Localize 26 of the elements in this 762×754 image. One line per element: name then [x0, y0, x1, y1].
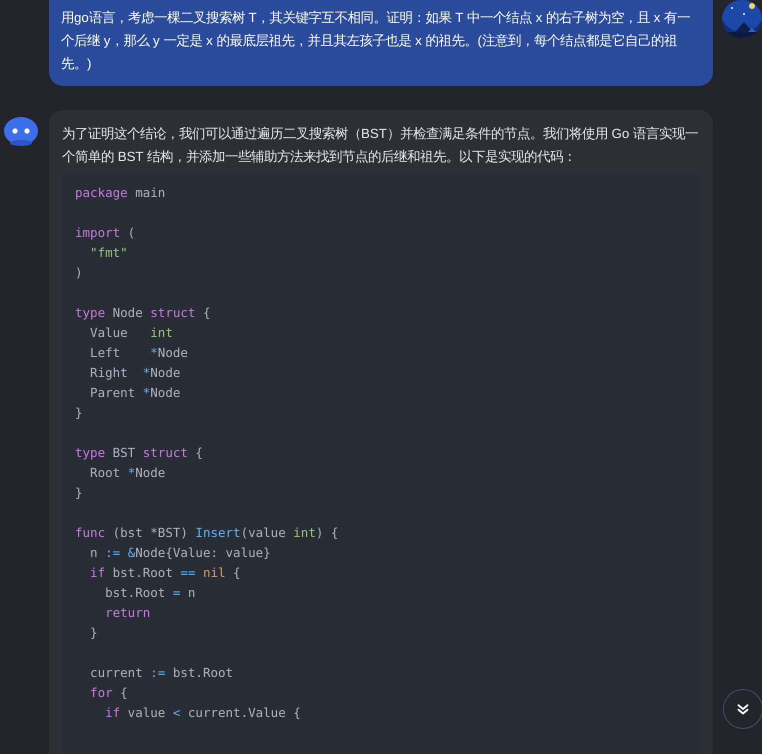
code-line: n := &Node{Value: value}	[89, 544, 271, 562]
bot-avatar-icon	[3, 116, 39, 148]
code-line: Left *Node	[89, 344, 188, 362]
code-line: package main	[75, 184, 166, 202]
user-message-text: 用go语言，考虑一棵二叉搜索树 T，其关键字互不相同。证明：如果 T 中一个结点 x 的右子树为空，且 x 有一个后继 y，那么 y 一定是 x 的最底层祖先，并且其左孩子也是 x 的祖先。(注意到，每个结点都是它自己的祖先。)	[61, 9, 691, 73]
code-line: Parent *Node	[89, 384, 180, 402]
scroll-down-button[interactable]	[723, 689, 762, 729]
assistant-message-text: 为了证明这个结论，我们可以通过遍历二叉搜索树（BST）并检查满足条件的节点。我们将使用 Go 语言实现一个简单的 BST 结构，并添加一些辅助方法来找到节点的后继和祖先。以下是实现的代码：	[62, 125, 699, 166]
code-line: )	[75, 264, 83, 282]
code-line: func (bst *BST) Insert(value int) {	[75, 524, 338, 542]
code-line: if value < current.Value {	[104, 704, 301, 722]
code-line: Root *Node	[89, 464, 166, 482]
code-line: if bst.Root == nil {	[89, 564, 241, 582]
code-line: for {	[89, 684, 128, 702]
code-line: Right *Node	[89, 364, 180, 382]
code-line: }	[75, 484, 83, 502]
code-line: return	[104, 604, 150, 622]
code-line: type Node struct {	[75, 304, 210, 322]
code-line: "fmt"	[89, 244, 128, 262]
code-line: type BST struct {	[75, 444, 203, 462]
code-line: }	[89, 624, 98, 642]
code-line: import (	[75, 224, 136, 242]
code-line: bst.Root = n	[104, 584, 196, 602]
code-line: Value int	[89, 324, 173, 342]
code-line: current := bst.Root	[89, 664, 234, 682]
code-line: }	[75, 404, 83, 422]
